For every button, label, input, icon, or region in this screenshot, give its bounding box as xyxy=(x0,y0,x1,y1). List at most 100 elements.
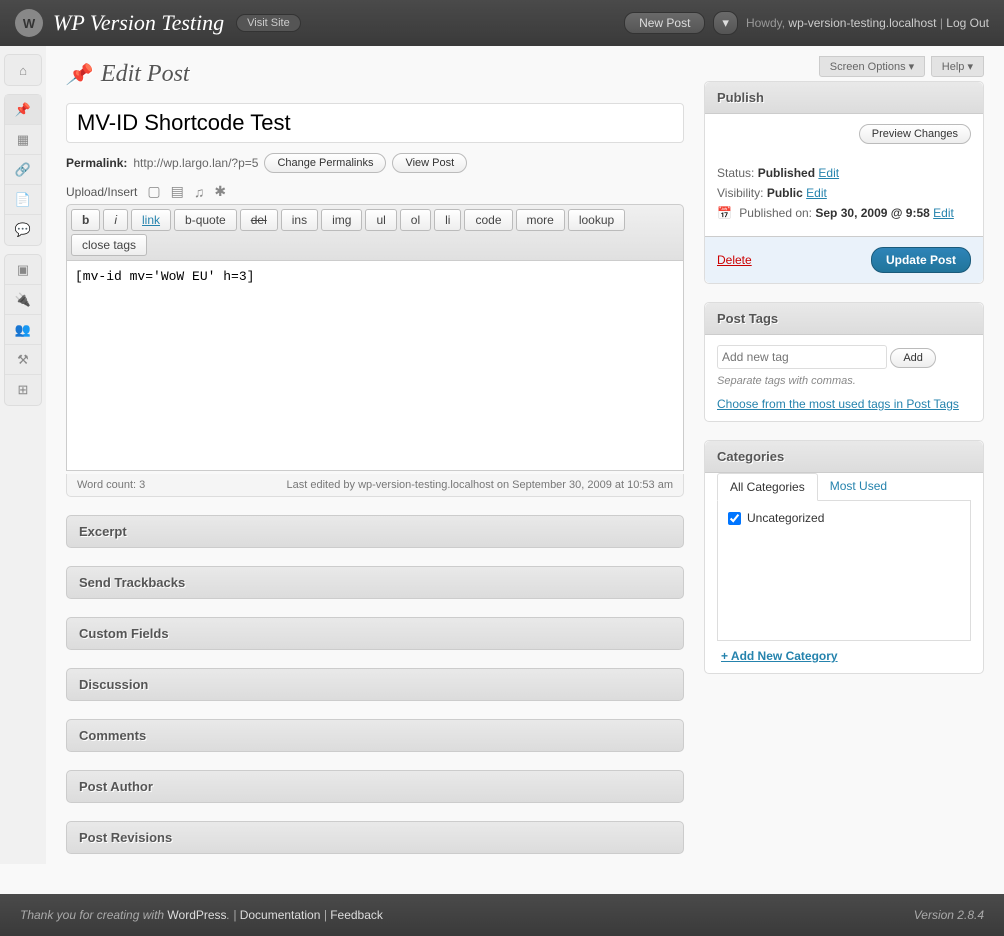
help-tab[interactable]: Help ▾ xyxy=(931,56,984,77)
sidebar-appearance[interactable]: ▣ xyxy=(5,255,41,285)
visit-site-button[interactable]: Visit Site xyxy=(236,14,301,32)
change-permalinks-button[interactable]: Change Permalinks xyxy=(264,153,386,173)
admin-footer: Thank you for creating with WordPress. |… xyxy=(0,894,1004,936)
ed-del-button[interactable]: del xyxy=(240,209,278,231)
category-label: Uncategorized xyxy=(747,511,824,525)
tools-icon: ⚒ xyxy=(17,352,29,368)
sidebar-comments[interactable]: 💬 xyxy=(5,215,41,245)
update-post-button[interactable]: Update Post xyxy=(871,247,971,273)
site-title[interactable]: WP Version Testing xyxy=(53,10,224,36)
sidebar-users[interactable]: 👥 xyxy=(5,315,41,345)
help-label: Help xyxy=(942,61,965,73)
categories-box: Categories All Categories Most Used Unca… xyxy=(704,440,984,674)
new-post-dropdown[interactable]: ▾ xyxy=(713,11,738,35)
sidebar-media[interactable]: ▦ xyxy=(5,125,41,155)
wordpress-logo-icon[interactable]: W xyxy=(15,9,43,37)
sidebar-posts[interactable]: 📌 xyxy=(5,95,41,125)
post-title-input[interactable] xyxy=(66,103,684,143)
ed-link-button[interactable]: link xyxy=(131,209,171,231)
sidebar-pages[interactable]: 📄 xyxy=(5,185,41,215)
visibility-label: Visibility: xyxy=(717,186,763,200)
users-icon: 👥 xyxy=(15,322,31,338)
publish-box: Publish Preview Changes Status: Publishe… xyxy=(704,81,984,284)
tags-title: Post Tags xyxy=(705,303,983,335)
ed-lookup-button[interactable]: lookup xyxy=(568,209,625,231)
edit-status-link[interactable]: Edit xyxy=(818,166,839,180)
ed-italic-button[interactable]: i xyxy=(103,209,128,231)
edit-date-link[interactable]: Edit xyxy=(933,206,954,220)
metabox-comments[interactable]: Comments xyxy=(66,719,684,752)
last-edited: Last edited by wp-version-testing.localh… xyxy=(287,479,673,491)
pushpin-icon: 📌 xyxy=(66,62,91,87)
word-count: Word count: 3 xyxy=(77,479,145,491)
sidebar-links[interactable]: 🔗 xyxy=(5,155,41,185)
preview-changes-button[interactable]: Preview Changes xyxy=(859,124,971,144)
ed-ins-button[interactable]: ins xyxy=(281,209,318,231)
page-title: 📌 Edit Post xyxy=(66,61,684,88)
ed-code-button[interactable]: code xyxy=(464,209,512,231)
new-post-button[interactable]: New Post xyxy=(624,12,705,34)
link-icon: 🔗 xyxy=(15,162,31,178)
ed-close-button[interactable]: close tags xyxy=(71,234,147,256)
tag-input[interactable] xyxy=(717,345,887,369)
ed-more-button[interactable]: more xyxy=(516,209,565,231)
logout-link[interactable]: Log Out xyxy=(946,16,989,30)
permalink-label: Permalink: xyxy=(66,156,127,170)
ed-img-button[interactable]: img xyxy=(321,209,362,231)
ed-ol-button[interactable]: ol xyxy=(400,209,431,231)
sidebar-plugins[interactable]: 🔌 xyxy=(5,285,41,315)
settings-icon: ⊞ xyxy=(18,382,29,398)
add-video-icon[interactable]: ▤ xyxy=(171,183,184,200)
visibility-row: Visibility: Public Edit xyxy=(717,186,971,200)
feedback-link[interactable]: Feedback xyxy=(330,908,383,922)
view-post-button[interactable]: View Post xyxy=(392,153,467,173)
admin-header: W WP Version Testing Visit Site New Post… xyxy=(0,0,1004,46)
category-item[interactable]: Uncategorized xyxy=(728,511,960,525)
ed-bold-button[interactable]: b xyxy=(71,209,100,231)
post-content-textarea[interactable]: [mv-id mv='WoW EU' h=3] xyxy=(66,261,684,471)
published-label: Published on: xyxy=(739,206,812,220)
add-media-icon[interactable]: ✱ xyxy=(214,183,226,200)
categories-title: Categories xyxy=(705,441,983,473)
sidebar-dashboard[interactable]: ⌂ xyxy=(5,55,41,85)
metabox-discussion[interactable]: Discussion xyxy=(66,668,684,701)
cat-tab-all[interactable]: All Categories xyxy=(717,473,818,501)
ed-bquote-button[interactable]: b-quote xyxy=(174,209,237,231)
category-checkbox[interactable] xyxy=(728,512,741,525)
wordpress-link[interactable]: WordPress xyxy=(167,908,226,922)
add-audio-icon[interactable]: ♫ xyxy=(194,184,205,200)
metabox-excerpt[interactable]: Excerpt xyxy=(66,515,684,548)
upload-insert-row: Upload/Insert ▢ ▤ ♫ ✱ xyxy=(66,183,684,200)
metabox-trackbacks[interactable]: Send Trackbacks xyxy=(66,566,684,599)
cat-tab-most[interactable]: Most Used xyxy=(818,473,899,500)
comment-icon: 💬 xyxy=(15,222,31,238)
user-link[interactable]: wp-version-testing.localhost xyxy=(788,16,936,30)
documentation-link[interactable]: Documentation xyxy=(240,908,321,922)
ed-li-button[interactable]: li xyxy=(434,209,461,231)
editor-footer: Word count: 3 Last edited by wp-version-… xyxy=(66,474,684,497)
page-title-text: Edit Post xyxy=(101,61,190,88)
tags-box: Post Tags Add Separate tags with commas.… xyxy=(704,302,984,422)
metabox-revisions[interactable]: Post Revisions xyxy=(66,821,684,854)
metabox-custom-fields[interactable]: Custom Fields xyxy=(66,617,684,650)
ed-ul-button[interactable]: ul xyxy=(365,209,396,231)
word-count-value: 3 xyxy=(139,479,145,491)
version-text: Version 2.8.4 xyxy=(914,908,984,922)
howdy-text: Howdy, wp-version-testing.localhost | Lo… xyxy=(746,16,989,30)
status-value: Published xyxy=(758,166,815,180)
screen-options-tab[interactable]: Screen Options ▾ xyxy=(819,56,925,77)
choose-tags-link[interactable]: Choose from the most used tags in Post T… xyxy=(717,397,971,411)
edit-visibility-link[interactable]: Edit xyxy=(806,186,827,200)
add-tag-button[interactable]: Add xyxy=(890,348,936,368)
delete-post-link[interactable]: Delete xyxy=(717,253,752,267)
upload-label: Upload/Insert xyxy=(66,185,137,199)
calendar-icon: 📅 xyxy=(717,206,732,220)
sidebar-tools[interactable]: ⚒ xyxy=(5,345,41,375)
metabox-author[interactable]: Post Author xyxy=(66,770,684,803)
admin-sidebar: ⌂ 📌 ▦ 🔗 📄 💬 ▣ 🔌 👥 ⚒ ⊞ xyxy=(0,46,46,864)
add-category-link[interactable]: + Add New Category xyxy=(717,641,838,663)
permalink-row: Permalink: http://wp.largo.lan/?p=5 Chan… xyxy=(66,153,684,173)
add-image-icon[interactable]: ▢ xyxy=(147,183,160,200)
published-row: 📅 Published on: Sep 30, 2009 @ 9:58 Edit xyxy=(717,206,971,220)
sidebar-settings[interactable]: ⊞ xyxy=(5,375,41,405)
